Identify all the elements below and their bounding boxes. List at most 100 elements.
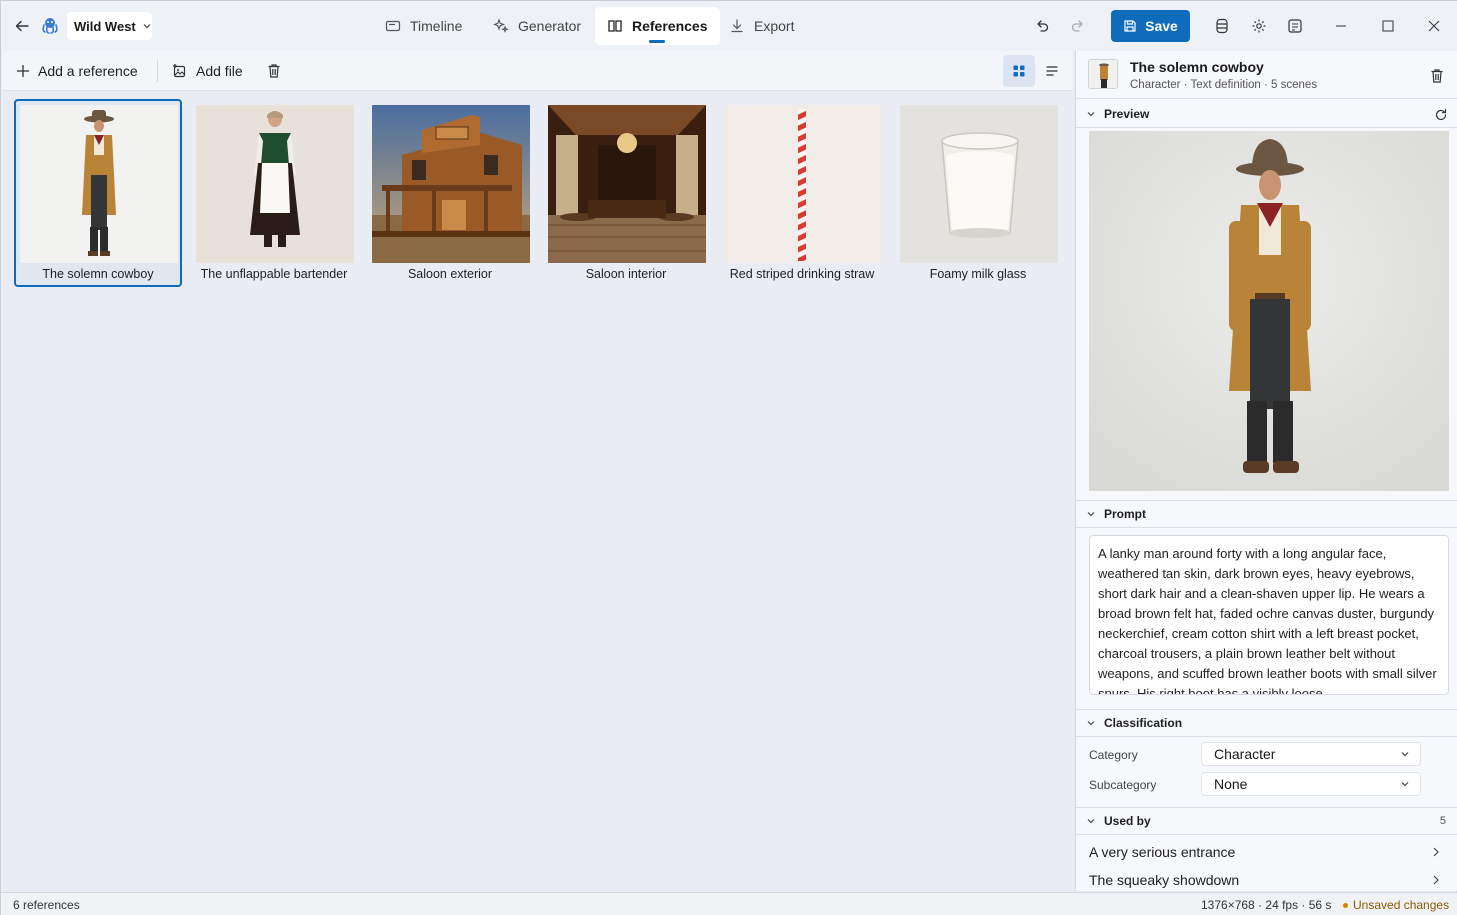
used-by-item-label: The squeaky showdown [1089, 872, 1240, 888]
save-button[interactable]: Save [1111, 10, 1190, 42]
app-logo-icon [39, 14, 61, 36]
reference-thumbnail-saloon-interior [548, 105, 706, 263]
used-by-item-label: A very serious entrance [1089, 844, 1236, 860]
chevron-down-icon [1087, 111, 1095, 116]
maximize-button[interactable] [1377, 15, 1399, 37]
preview-section-header[interactable]: Preview [1076, 100, 1457, 128]
video-info: 1376×768 · 24 fps · 56 s [1201, 898, 1332, 912]
close-icon [1428, 20, 1440, 32]
prompt-textarea[interactable]: A lanky man around forty with a long ang… [1089, 535, 1449, 695]
reference-label: Saloon interior [585, 267, 667, 281]
trash-icon [268, 64, 280, 78]
reference-card[interactable]: Red striped drinking straw [718, 99, 886, 287]
tab-timeline-label: Timeline [410, 18, 463, 34]
prompt-section-header[interactable]: Prompt [1076, 500, 1457, 528]
redo-button[interactable] [1067, 15, 1089, 37]
chevron-right-icon [1433, 847, 1439, 857]
settings-button[interactable] [1248, 15, 1270, 37]
sparkle-icon [493, 18, 509, 33]
preview-section-label: Preview [1104, 106, 1150, 121]
project-selector[interactable]: Wild West [67, 12, 152, 40]
tab-references[interactable]: References [595, 7, 720, 45]
list-view-button[interactable] [1036, 55, 1068, 87]
back-button[interactable] [9, 13, 35, 39]
add-reference-button[interactable]: Add a reference [16, 59, 138, 83]
reference-thumbnail-bartender [196, 105, 354, 263]
add-file-label: Add file [196, 63, 243, 79]
chevron-down-icon [1087, 721, 1095, 726]
list-icon [1046, 66, 1058, 76]
chevron-down-icon [1401, 752, 1409, 757]
category-label: Category [1089, 748, 1138, 762]
unsaved-dot-icon [1343, 902, 1348, 908]
tab-export-label: Export [754, 18, 795, 34]
add-image-icon [173, 64, 186, 78]
subcategory-value: None [1214, 776, 1248, 792]
reference-card[interactable]: Foamy milk glass [894, 99, 1062, 287]
chevron-down-icon [1401, 782, 1409, 787]
chevron-down-icon [1087, 512, 1095, 517]
used-by-item[interactable]: A very serious entrance [1089, 839, 1449, 865]
details-subtitle: Character · Text definition · 5 scenes [1130, 79, 1318, 91]
details-thumbnail [1088, 59, 1118, 89]
reference-card[interactable]: The unflappable bartender [190, 99, 358, 287]
add-file-button[interactable]: Add file [172, 59, 243, 83]
classification-section-header[interactable]: Classification [1076, 709, 1457, 737]
used-by-section-header[interactable]: Used by 5 [1076, 807, 1457, 835]
reference-label: Saloon exterior [407, 267, 493, 281]
trash-icon [1431, 69, 1443, 83]
category-select[interactable]: Character [1201, 742, 1421, 766]
reference-thumbnail-cowboy [20, 105, 178, 263]
reference-details-pane: The solemn cowboy Character · Text defin… [1075, 51, 1457, 891]
category-value: Character [1214, 746, 1276, 762]
download-icon [731, 19, 743, 33]
tab-export[interactable]: Export [717, 7, 806, 45]
reference-thumbnail-saloon-exterior [372, 105, 530, 263]
tab-generator[interactable]: Generator [481, 7, 593, 45]
chevron-down-icon [1087, 819, 1095, 824]
reference-label: The solemn cowboy [42, 267, 154, 281]
preview-image [1089, 131, 1449, 491]
reference-card[interactable]: Saloon interior [542, 99, 710, 287]
details-header: The solemn cowboy Character · Text defin… [1076, 51, 1457, 99]
refresh-preview-button[interactable] [1430, 104, 1452, 126]
chevron-down-icon [143, 24, 151, 29]
book-icon [608, 20, 622, 32]
chevron-right-icon [1433, 875, 1439, 885]
used-by-count: 5 [1439, 815, 1446, 827]
unsaved-label: Unsaved changes [1353, 898, 1450, 912]
delete-reference-button[interactable] [267, 59, 281, 83]
reference-label: Red striped drinking straw [729, 267, 875, 281]
panel-toggle-button[interactable] [1284, 15, 1306, 37]
unsaved-indicator: Unsaved changes [1343, 898, 1449, 912]
references-pane: Add a reference Add file The solemn cowb… [2, 51, 1073, 891]
plus-icon [17, 65, 29, 77]
classification-section-label: Classification [1104, 716, 1183, 730]
title-bar: Wild West Timeline Generator References … [1, 1, 1457, 51]
tab-timeline[interactable]: Timeline [373, 7, 474, 45]
undo-button[interactable] [1031, 15, 1053, 37]
add-reference-label: Add a reference [38, 63, 138, 79]
redo-icon [1071, 20, 1083, 32]
tab-generator-label: Generator [518, 18, 582, 34]
subcategory-select[interactable]: None [1201, 772, 1421, 796]
grid-view-button[interactable] [1003, 55, 1035, 87]
reference-thumbnail-milk-glass [900, 105, 1058, 263]
tab-references-label: References [632, 18, 708, 34]
toolbar-divider [157, 60, 158, 82]
minimize-button[interactable] [1330, 15, 1352, 37]
gear-icon [1252, 19, 1266, 33]
maximize-icon [1382, 20, 1394, 32]
reference-label: The unflappable bartender [200, 267, 348, 281]
grid-icon [1013, 65, 1025, 77]
save-icon [1124, 20, 1136, 32]
database-icon [1216, 18, 1228, 34]
reference-card[interactable]: Saloon exterior [366, 99, 534, 287]
minimize-icon [1336, 25, 1346, 27]
reference-card[interactable]: The solemn cowboy [14, 99, 182, 287]
storage-button[interactable] [1211, 15, 1233, 37]
delete-details-button[interactable] [1426, 65, 1448, 87]
close-button[interactable] [1423, 15, 1445, 37]
used-by-item[interactable]: The squeaky showdown [1089, 867, 1449, 893]
reference-thumbnail-straw [724, 105, 882, 263]
